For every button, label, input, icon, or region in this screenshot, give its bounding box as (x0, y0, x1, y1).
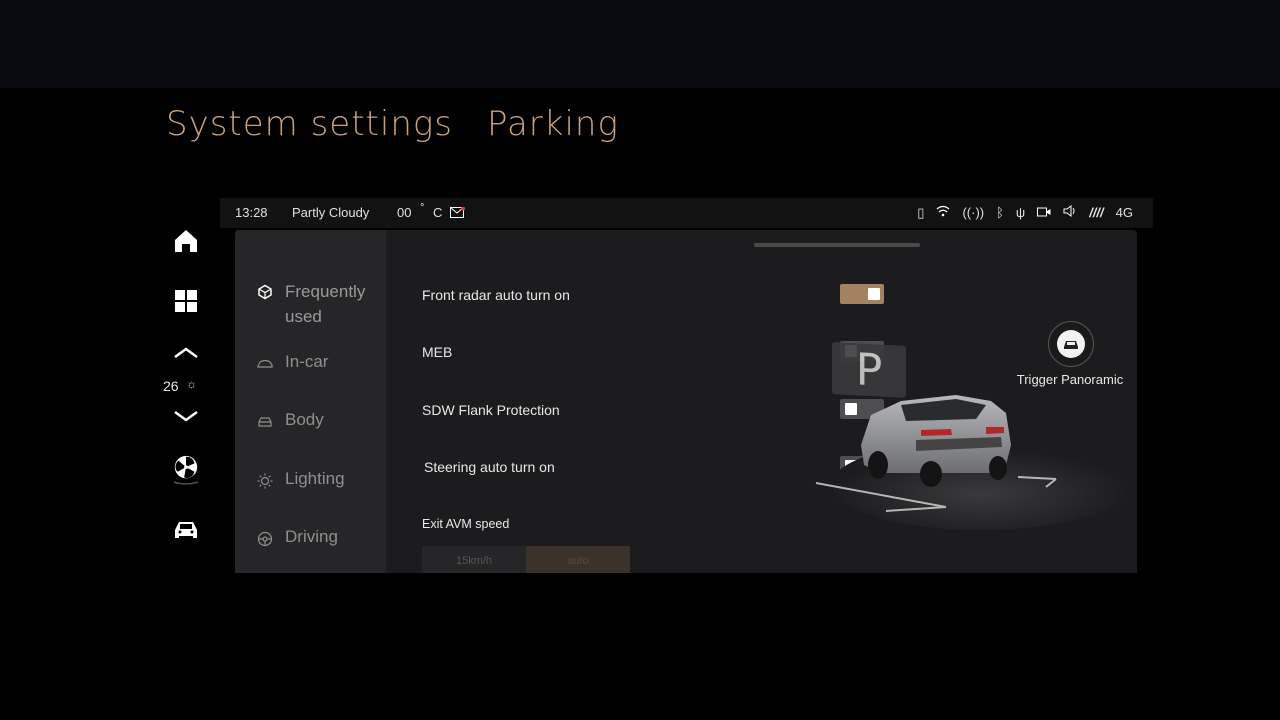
nav-label: Frequently used (285, 282, 366, 326)
toggle-knob (868, 288, 880, 300)
nav-label: Lighting (285, 469, 345, 488)
temp-down-icon[interactable] (172, 404, 200, 428)
setting-label-meb: MEB (422, 344, 453, 360)
top-band (0, 0, 1280, 88)
car-outline-icon (257, 359, 273, 368)
nav-item-lighting[interactable]: Lighting (257, 469, 345, 489)
panoramic-car-icon (1057, 330, 1085, 358)
nav-item-body[interactable]: Body (257, 410, 324, 430)
car-icon[interactable] (172, 516, 200, 544)
setting-label-steering: Steering auto turn on (424, 459, 555, 475)
cube-icon (258, 284, 272, 300)
vibrate-icon: ▯ (917, 204, 925, 220)
degree-symbol: ° (420, 202, 425, 214)
avm-option-15kmh[interactable]: 15km/h (422, 546, 526, 573)
sun-icon (257, 473, 273, 489)
page-heading: System settings Parking (166, 104, 619, 144)
temp-unit: C (433, 205, 443, 220)
setting-label-front-radar: Front radar auto turn on (422, 287, 570, 303)
volume-icon (1063, 205, 1077, 220)
toggle-front-radar[interactable] (840, 284, 884, 304)
climate-mode-icon: ☼ (186, 377, 197, 391)
nav-label: In-car (285, 352, 329, 371)
category-nav: Frequently used In-car Body Lighting Dri… (235, 230, 386, 573)
temp-up-icon[interactable] (172, 340, 200, 364)
avm-option-auto[interactable]: auto (526, 546, 630, 573)
heading-system-settings: System settings (166, 104, 453, 144)
nav-label: Driving (285, 527, 338, 546)
trigger-panoramic-button[interactable] (1048, 321, 1094, 367)
mail-icon[interactable] (450, 206, 465, 221)
nav-item-driving[interactable]: Driving (257, 527, 338, 547)
avm-speed-label: Exit AVM speed (422, 517, 510, 531)
gear-indicator: P (832, 342, 906, 398)
setting-label-sdw: SDW Flank Protection (422, 402, 560, 418)
steering-wheel-icon (257, 531, 273, 547)
settings-panel: Frequently used In-car Body Lighting Dri… (235, 230, 1137, 573)
bluetooth-icon: ᛒ (996, 204, 1004, 220)
weather-text: Partly Cloudy (292, 205, 370, 220)
avm-speed-selector: 15km/h auto (422, 546, 630, 573)
status-bar: 13:28 Partly Cloudy 00 ° C ▯ ((·)) ᛒ ψ /… (220, 198, 1153, 228)
apps-grid-icon[interactable] (172, 287, 200, 315)
network-type: 4G (1115, 204, 1133, 220)
settings-content: Front radar auto turn on MEB SDW Flank P… (386, 230, 1137, 573)
usb-icon: ψ (1015, 204, 1026, 220)
hotspot-icon: ((·)) (962, 204, 985, 220)
gear-letter: P (855, 343, 883, 397)
car-body-icon (258, 417, 272, 427)
fan-icon[interactable] (172, 452, 200, 486)
home-icon[interactable] (172, 227, 200, 255)
nav-item-frequently-used[interactable]: Frequently used (257, 280, 367, 329)
camera-icon (1037, 206, 1051, 220)
temperature-value: 26 (163, 378, 179, 394)
outside-temp: 00 (397, 205, 412, 220)
heading-parking: Parking (487, 104, 619, 144)
status-icons: ▯ ((·)) ᛒ ψ //// 4G (917, 205, 1133, 220)
drag-handle[interactable] (754, 243, 920, 247)
clock: 13:28 (235, 205, 268, 220)
nav-label: Body (285, 410, 324, 429)
signal-icon: //// (1089, 204, 1104, 220)
nav-item-in-car[interactable]: In-car (257, 352, 328, 372)
trigger-panoramic-label: Trigger Panoramic (1016, 372, 1124, 387)
wifi-icon (936, 205, 950, 220)
